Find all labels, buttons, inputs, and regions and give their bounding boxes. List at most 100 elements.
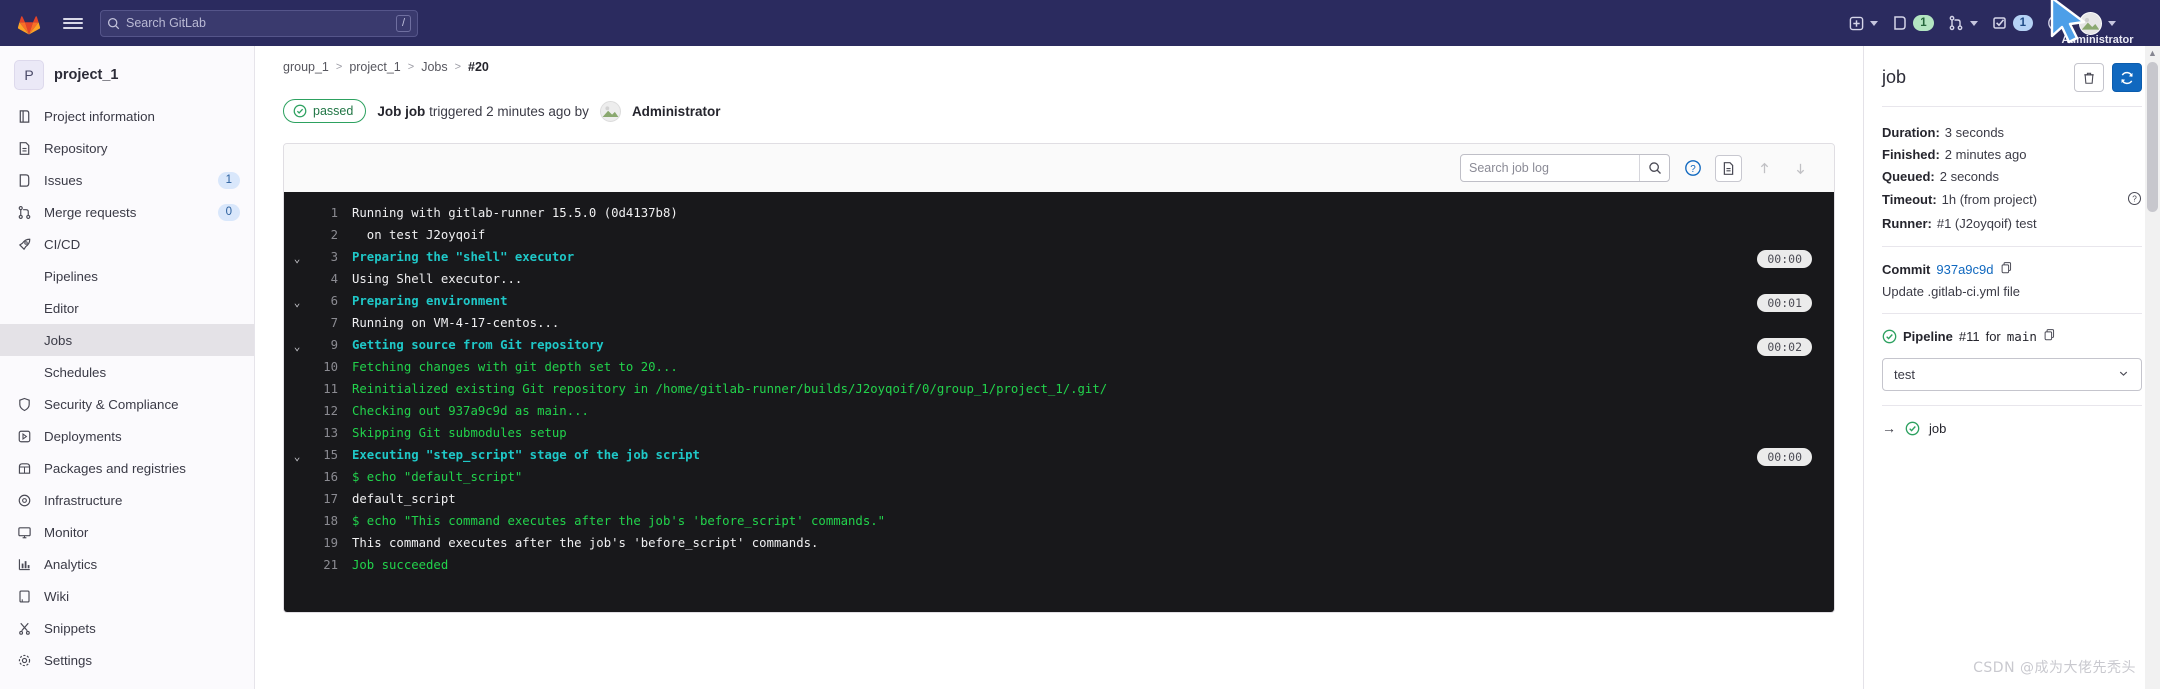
log-section-collapse-chevron-icon[interactable]: ⌄ (284, 338, 310, 353)
job-triggered-by-user[interactable]: Administrator (632, 104, 721, 119)
log-section-collapse-chevron-icon[interactable]: ⌄ (284, 250, 310, 265)
job-title-text: Job job triggered 2 minutes ago by (377, 104, 589, 119)
log-line-number[interactable]: 1 (310, 206, 352, 220)
sidebar-item-pipelines[interactable]: Pipelines (0, 260, 254, 292)
erase-job-log-button[interactable] (2074, 63, 2104, 92)
log-line-number[interactable]: 15 (310, 448, 352, 462)
status-badge[interactable]: passed (283, 99, 367, 123)
sidebar-item-settings[interactable]: Settings (0, 644, 254, 676)
job-log-raw-button[interactable] (1715, 154, 1742, 182)
breadcrumb-jobs[interactable]: Jobs (421, 60, 447, 74)
sidebar-item-project-information[interactable]: Project information (0, 100, 254, 132)
copy-icon[interactable] (2043, 328, 2056, 344)
commit-sha-link[interactable]: 937a9c9d (1936, 262, 1993, 277)
log-line-number[interactable]: 17 (310, 492, 352, 506)
breadcrumb-project[interactable]: project_1 (349, 60, 400, 74)
sidebar-item-label: Wiki (44, 588, 70, 604)
log-line-text: Using Shell executor... (352, 271, 523, 286)
sidebar-item-jobs[interactable]: Jobs (0, 324, 254, 356)
log-line-number[interactable]: 6 (310, 294, 352, 308)
sidebar-item-merge-requests[interactable]: Merge requests 0 (0, 196, 254, 228)
global-search-box[interactable]: / (100, 9, 418, 37)
pipeline-number[interactable]: #11 (1959, 329, 1980, 344)
retry-job-button[interactable] (2112, 63, 2142, 92)
page-scrollbar[interactable]: ▲ (2145, 46, 2160, 689)
document-raw-icon (1723, 161, 1734, 175)
user-menu-button[interactable]: Administrator (2061, 8, 2134, 46)
job-log-search[interactable] (1460, 154, 1670, 182)
log-chevron-placeholder (284, 426, 310, 441)
sidebar-item-schedules[interactable]: Schedules (0, 356, 254, 388)
job-log-scroll-top-button[interactable] (1751, 155, 1778, 182)
job-sidebar-panel: job Duration: 3 seconds Finished: 2 minu… (1863, 46, 2160, 689)
sidebar-item-wiki[interactable]: Wiki (0, 580, 254, 612)
sidebar-project-header[interactable]: P project_1 (0, 52, 254, 100)
log-line-number[interactable]: 12 (310, 404, 352, 418)
app-shell: P project_1 Project information Reposito… (0, 46, 2160, 689)
sidebar-item-snippets[interactable]: Snippets (0, 612, 254, 644)
hamburger-menu-icon[interactable] (56, 6, 90, 40)
pipeline-for-text: for (1985, 328, 2001, 344)
navbar-merge-requests-button[interactable] (1942, 11, 1984, 35)
sidebar-item-security-compliance[interactable]: Security & Compliance (0, 388, 254, 420)
navbar-todos-button[interactable]: 1 (1986, 11, 2039, 35)
log-line-number[interactable]: 13 (310, 426, 352, 440)
log-section-collapse-chevron-icon[interactable]: ⌄ (284, 294, 310, 309)
log-line-number[interactable]: 9 (310, 338, 352, 352)
sidebar-mr-count: 0 (217, 203, 240, 221)
sidebar-item-repository[interactable]: Repository (0, 132, 254, 164)
sidebar-item-label: Snippets (44, 620, 96, 636)
log-line-number[interactable]: 4 (310, 272, 352, 286)
sidebar-item-packages-registries[interactable]: Packages and registries (0, 452, 254, 484)
log-line-number[interactable]: 21 (310, 558, 352, 572)
log-line-number[interactable]: 7 (310, 316, 352, 330)
log-chevron-placeholder (284, 360, 310, 375)
breadcrumb-group[interactable]: group_1 (283, 60, 329, 74)
sidebar-item-issues[interactable]: Issues 1 (0, 164, 254, 196)
log-line-number[interactable]: 11 (310, 382, 352, 396)
log-line: 2 on test J2oyqoif (284, 226, 1834, 248)
log-line-number[interactable]: 16 (310, 470, 352, 484)
job-commit-block: Commit 937a9c9d Update .gitlab-ci.yml fi… (1882, 247, 2142, 313)
job-log-search-button[interactable] (1639, 155, 1669, 181)
log-line-text: Job succeeded (352, 557, 449, 572)
sidebar-item-analytics[interactable]: Analytics (0, 548, 254, 580)
sidebar-item-label: Editor (44, 300, 79, 316)
create-new-button[interactable] (1843, 12, 1884, 35)
sidebar-item-cicd[interactable]: CI/CD (0, 228, 254, 260)
scrollbar-up-arrow[interactable]: ▲ (2148, 48, 2157, 58)
sidebar-item-label: Packages and registries (44, 460, 186, 476)
copy-icon[interactable] (2000, 261, 2013, 277)
sidebar-item-infrastructure[interactable]: Infrastructure (0, 484, 254, 516)
job-log-scroll-bottom-button[interactable] (1787, 155, 1814, 182)
log-line-text: Running on VM-4-17-centos... (352, 315, 560, 330)
sidebar-item-deployments[interactable]: Deployments (0, 420, 254, 452)
job-log-help-button[interactable]: ? (1679, 155, 1706, 182)
log-line-number[interactable]: 2 (310, 228, 352, 242)
sidebar-item-label: Infrastructure (44, 492, 123, 508)
issues-icon (16, 172, 33, 189)
log-line-number[interactable]: 19 (310, 536, 352, 550)
question-circle-icon[interactable]: ? (2127, 191, 2142, 209)
log-line-number[interactable]: 18 (310, 514, 352, 528)
sidebar-item-editor[interactable]: Editor (0, 292, 254, 324)
navbar-issues-button[interactable]: 1 (1886, 11, 1939, 35)
pipeline-label: Pipeline (1903, 328, 1953, 344)
log-section-collapse-chevron-icon[interactable]: ⌄ (284, 448, 310, 463)
sidebar-item-monitor[interactable]: Monitor (0, 516, 254, 548)
log-line-text: Preparing the "shell" executor (352, 249, 575, 264)
log-line-number[interactable]: 10 (310, 360, 352, 374)
log-chevron-placeholder (284, 536, 310, 551)
stage-job-item[interactable]: → job (1882, 420, 2142, 436)
gitlab-logo-icon[interactable] (12, 8, 46, 38)
navbar-help-button[interactable]: ? (2041, 10, 2071, 36)
stage-select[interactable]: test (1882, 358, 2142, 391)
sidebar-item-label: Security & Compliance (44, 396, 179, 412)
log-line-number[interactable]: 3 (310, 250, 352, 264)
scrollbar-thumb[interactable] (2147, 62, 2158, 212)
search-input[interactable] (126, 16, 390, 30)
sidebar-item-label: Repository (44, 140, 108, 156)
job-log-search-input[interactable] (1461, 161, 1639, 175)
job-log-output[interactable]: 1 Running with gitlab-runner 15.5.0 (0d41… (284, 192, 1834, 612)
pipeline-ref[interactable]: main (2007, 329, 2037, 344)
